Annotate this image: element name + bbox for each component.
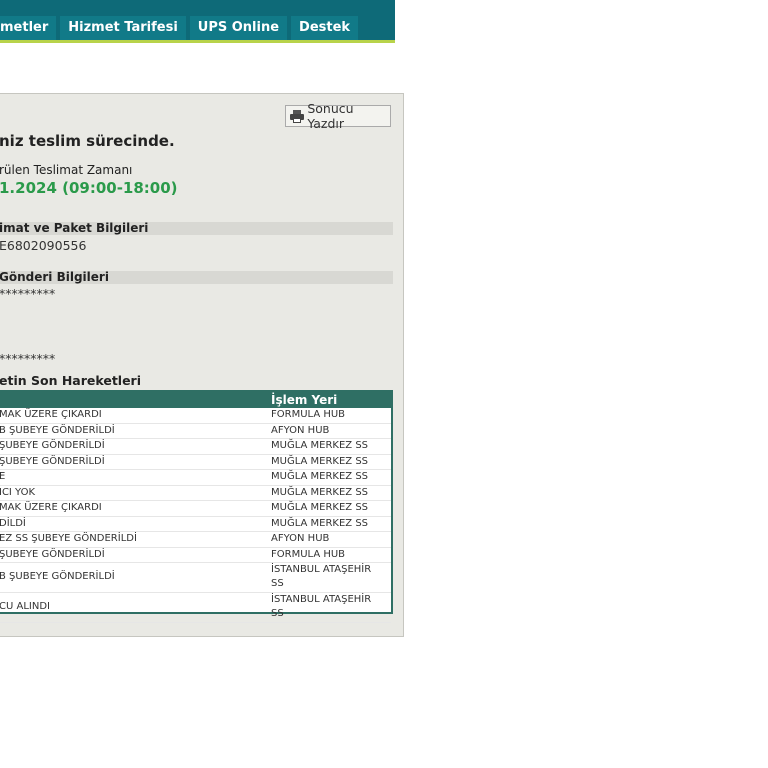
history-location-cell: AFYON HUB <box>271 424 330 436</box>
history-row: B ŞUBEYE GÖNDERİLDİ AFYON HUB <box>0 424 391 439</box>
history-row: CU ALINDI İSTANBUL ATAŞEHİR SS <box>0 593 391 623</box>
history-location-cell: MUĞLA MERKEZ SS <box>271 502 369 513</box>
history-location-cell: MUĞLA MERKEZ SS <box>271 471 369 482</box>
history-heading: etin Son Hareketleri <box>0 373 142 388</box>
history-event-cell: ICI YOK <box>0 486 36 498</box>
history-location-cell: İSTANBUL ATAŞEHİR SS <box>271 594 372 619</box>
tracking-number-value: E6802090556 <box>0 238 87 253</box>
delivery-package-info-heading: imat ve Paket Bilgileri <box>0 222 393 235</box>
history-event-cell: ŞUBEYE GÖNDERİLDİ <box>0 440 105 451</box>
print-button-label: Sonucu Yazdır <box>307 101 354 131</box>
history-table: İşlem Yeri MAK ÜZERE ÇIKARDI FORMULA HUB B… <box>0 390 393 623</box>
history-row: ŞUBEYE GÖNDERİLDİ MUĞLA MERKEZ SS <box>0 455 391 470</box>
history-row: E MUĞLA MERKEZ SS <box>0 470 391 486</box>
history-event-cell: E <box>0 471 6 482</box>
history-event-cell: DİLDİ <box>0 517 26 529</box>
delivery-status-text: niz teslim sürecinde. <box>0 132 175 150</box>
history-row: ŞUBEYE GÖNDERİLDİ FORMULA HUB <box>0 548 391 563</box>
history-location-cell: FORMULA HUB <box>271 548 346 560</box>
history-row: MAK ÜZERE ÇIKARDI FORMULA HUB <box>0 408 391 424</box>
shipment-masked-line-2: ********* <box>0 351 56 366</box>
history-row: ŞUBEYE GÖNDERİLDİ MUĞLA MERKEZ SS <box>0 439 391 455</box>
history-event-cell: ŞUBEYE GÖNDERİLDİ <box>0 548 105 560</box>
history-location-cell: MUĞLA MERKEZ SS <box>271 440 369 451</box>
history-table-header: İşlem Yeri <box>0 392 391 408</box>
history-event-cell: MAK ÜZERE ÇIKARDI <box>0 502 102 513</box>
estimated-delivery-value: 1.2024 (09:00-18:00) <box>0 179 178 197</box>
location-column-header: İşlem Yeri <box>271 393 338 407</box>
top-navigation-bar: metler Hizmet Tarifesi UPS Online Destek <box>0 0 395 43</box>
nav-tab-destek[interactable]: Destek <box>291 16 359 40</box>
history-row: EZ SS ŞUBEYE GÖNDERİLDİ AFYON HUB <box>0 532 391 548</box>
history-row: B ŞUBEYE GÖNDERİLDİ İSTANBUL ATAŞEHİR SS <box>0 563 391 593</box>
printer-icon <box>290 109 304 123</box>
shipment-info-heading: Gönderi Bilgileri <box>0 271 393 284</box>
history-location-cell: İSTANBUL ATAŞEHİR SS <box>271 564 372 589</box>
history-row: DİLDİ MUĞLA MERKEZ SS <box>0 517 391 532</box>
history-location-cell: MUĞLA MERKEZ SS <box>271 517 369 529</box>
history-event-cell: ŞUBEYE GÖNDERİLDİ <box>0 455 105 467</box>
history-event-cell: B ŞUBEYE GÖNDERİLDİ <box>0 571 115 582</box>
history-event-cell: B ŞUBEYE GÖNDERİLDİ <box>0 424 115 436</box>
history-location-cell: FORMULA HUB <box>271 409 346 420</box>
tracking-result-panel: Sonucu Yazdır niz teslim sürecinde. rüle… <box>0 93 404 637</box>
print-result-button[interactable]: Sonucu Yazdır <box>285 101 391 131</box>
history-rows: MAK ÜZERE ÇIKARDI FORMULA HUB B ŞUBEYE GÖN… <box>0 408 391 623</box>
history-event-cell: EZ SS ŞUBEYE GÖNDERİLDİ <box>0 533 137 544</box>
history-location-cell: AFYON HUB <box>271 533 330 544</box>
estimated-delivery-label: rülen Teslimat Zamanı <box>0 163 133 177</box>
history-row: MAK ÜZERE ÇIKARDI MUĞLA MERKEZ SS <box>0 501 391 517</box>
shipment-masked-line-1: ********* <box>0 286 56 301</box>
history-row: ICI YOK MUĞLA MERKEZ SS <box>0 486 391 501</box>
nav-tab-hizmetler[interactable]: metler <box>0 16 57 40</box>
history-location-cell: MUĞLA MERKEZ SS <box>271 455 369 467</box>
history-event-cell: MAK ÜZERE ÇIKARDI <box>0 409 102 420</box>
history-location-cell: MUĞLA MERKEZ SS <box>271 486 369 498</box>
history-event-cell: CU ALINDI <box>0 601 50 612</box>
nav-tabs: metler Hizmet Tarifesi UPS Online Destek <box>0 16 359 40</box>
nav-tab-ups-online[interactable]: UPS Online <box>189 16 288 40</box>
nav-tab-hizmet-tarifesi[interactable]: Hizmet Tarifesi <box>60 16 186 40</box>
